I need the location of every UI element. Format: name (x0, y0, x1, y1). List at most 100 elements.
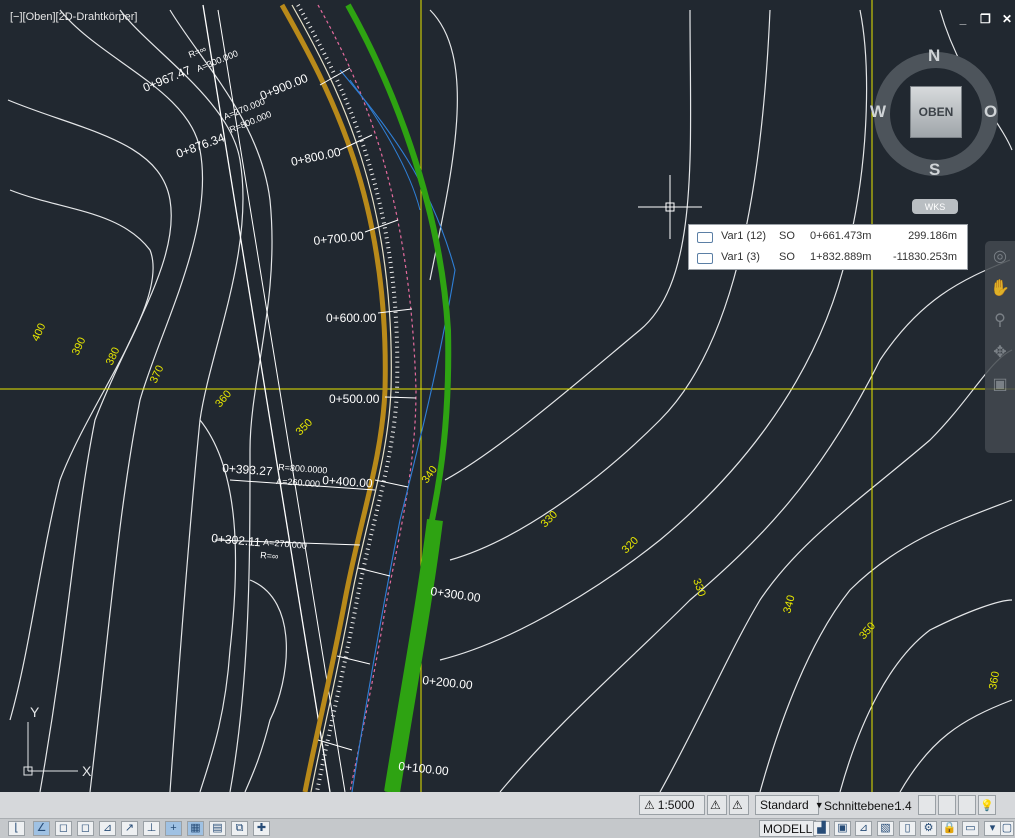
station-label: 0+393.27 (222, 461, 274, 479)
hardware-acceleration-icon[interactable]: ▭ (962, 821, 979, 836)
wcs-menu-button[interactable]: WKS (912, 199, 958, 214)
cut-plane-value[interactable]: 1.4 (895, 799, 912, 813)
ucs-y-label: Y (30, 704, 40, 720)
tooltip-station: 1+832.889m (810, 251, 872, 263)
tooltip-offset: -11830.253m (892, 251, 957, 263)
contour-line (449, 9, 771, 561)
station-labels: 0+967.47 0+900.00 0+876.34 0+800.00 0+70… (141, 63, 482, 778)
station-label: 0+100.00 (398, 759, 450, 778)
tooltip-side: SO (779, 230, 795, 242)
station-offset-tooltip: Var1 (12) SO 0+661.473m 299.186m Var1 (3… (688, 224, 968, 270)
transparency-icon[interactable]: ▦ (187, 821, 204, 836)
contour-line (439, 9, 868, 661)
annotation-monitor-icon[interactable]: ✚ (253, 821, 270, 836)
auto-scale-icon[interactable]: ⚠ (729, 795, 749, 815)
steering-wheel-icon[interactable]: ◎ (985, 241, 1015, 273)
scale-icon[interactable] (938, 795, 956, 815)
drawing-canvas[interactable]: 0+967.47 0+900.00 0+876.34 0+800.00 0+70… (0, 0, 1015, 792)
visual-style-select[interactable]: Standard ▼ (755, 795, 824, 815)
compass-north[interactable]: N (928, 46, 940, 66)
tracking-icon[interactable]: ⊿ (99, 821, 116, 836)
contour-label: 350 (857, 620, 878, 642)
quick-view-drawings-icon[interactable]: ⊿ (855, 821, 872, 836)
compass-south[interactable]: S (929, 160, 940, 180)
navigation-bar: ◎ ✋ ⚲ ✥ ▣ (985, 241, 1015, 453)
close-icon[interactable]: ✕ (1002, 12, 1012, 26)
zoom-icon[interactable]: ⚲ (985, 305, 1015, 337)
annotation-scale-button[interactable]: ⚠ 1:5000 (639, 795, 705, 815)
viewcube-top-face[interactable]: OBEN (910, 86, 962, 138)
quick-view-icon[interactable]: ▣ (834, 821, 851, 836)
orbit-icon[interactable]: ✥ (985, 337, 1015, 369)
curve-labels: R=∞ A=300.000 A=270.000 R=800.000 R=800.… (187, 44, 328, 562)
workspace-icon[interactable] (958, 795, 976, 815)
contour-line (759, 499, 1013, 792)
contour-label: 330 (690, 577, 708, 598)
status-bar: ⚠ 1:5000 ⚠ ⚠ Standard ▼ Schnittebene: 1.… (0, 792, 1015, 838)
dynamic-input-icon[interactable]: ⊥ (143, 821, 160, 836)
curve-label: A=260.000 (276, 476, 320, 489)
showmotion-icon[interactable]: ▣ (985, 369, 1015, 401)
station-label: 0+400.00 (322, 473, 374, 491)
annotation-visibility-icon[interactable]: ⚠ (707, 795, 727, 815)
compass-east[interactable]: O (984, 102, 997, 122)
object-snap-icon[interactable]: ◻ (55, 821, 72, 836)
viewport-label[interactable]: [−][Oben][2D-Drahtkörper] (10, 11, 137, 23)
station-label: 0+700.00 (313, 229, 365, 248)
ucs-icon (23, 722, 78, 776)
chevron-down-icon: ▼ (814, 800, 824, 810)
curve-label: R=∞ (187, 44, 208, 60)
quick-properties-icon[interactable]: ▤ (209, 821, 226, 836)
drawing-viewport[interactable]: 0+967.47 0+900.00 0+876.34 0+800.00 0+70… (0, 0, 1015, 792)
tooltip-offset: 299.186m (908, 230, 957, 242)
contour-line (499, 259, 1011, 792)
annotation-scale-icon: ⚠ (644, 798, 655, 812)
toolbar-lock-icon[interactable]: 🔒 (941, 821, 958, 836)
status-bar-top: ⚠ 1:5000 ⚠ ⚠ Standard ▼ Schnittebene: 1.… (0, 792, 1015, 819)
contour-line (59, 9, 204, 792)
polar-icon[interactable]: ∠ (33, 821, 50, 836)
restore-icon[interactable]: ❐ (980, 12, 991, 26)
settings-gear-icon[interactable]: ⚙ (920, 821, 937, 836)
tooltip-side: SO (779, 251, 795, 263)
station-label: 0+800.00 (290, 145, 343, 169)
contour-line (7, 99, 172, 792)
tooltip-row: Var1 (3) SO 1+832.889m -11830.253m (689, 248, 967, 266)
contour-line (199, 419, 237, 792)
station-label: 0+967.47 (141, 63, 193, 95)
status-menu-icon[interactable]: ▾ (984, 821, 1001, 836)
lock-icon[interactable]: ▯ (899, 821, 916, 836)
3d-snap-icon[interactable]: ◻ (77, 821, 94, 836)
curve-label: A=270.000 (263, 537, 308, 551)
station-label: 0+300.00 (430, 584, 482, 605)
lightbulb-icon[interactable]: 💡 (978, 795, 996, 815)
contour-line (899, 699, 1013, 792)
curve-label: R=800.0000 (278, 462, 328, 475)
ucs-dynamic-icon[interactable]: ↗ (121, 821, 138, 836)
lineweight-icon[interactable]: + (165, 821, 182, 836)
contour-label: 360 (987, 670, 1002, 690)
station-label: 0+302.11 (211, 531, 262, 549)
contour-line (244, 579, 287, 792)
contour-label: 390 (70, 336, 89, 358)
snap-icon[interactable]: ⌊ (8, 821, 25, 836)
viewport-scale-icon[interactable]: ▧ (877, 821, 894, 836)
layers-icon[interactable] (918, 795, 936, 815)
contour-lines (7, 9, 1013, 792)
compass-west[interactable]: W (870, 102, 886, 122)
viewport-controls: _ ❐ ✕ (958, 12, 1012, 26)
contour-label: 350 (294, 417, 315, 438)
contour-line (9, 189, 154, 721)
minimize-icon[interactable]: _ (958, 12, 968, 26)
station-label: 0+900.00 (258, 71, 310, 103)
contour-line (444, 9, 692, 481)
tooltip-station: 0+661.473m (810, 230, 872, 242)
pan-icon[interactable]: ✋ (985, 273, 1015, 305)
visual-style-value: Standard (760, 798, 809, 812)
station-label: 0+500.00 (329, 392, 380, 406)
contour-label: 400 (30, 322, 49, 344)
fullscreen-icon[interactable]: ▢ (1000, 821, 1014, 836)
selection-cycling-icon[interactable]: ⧉ (231, 821, 248, 836)
model-tab[interactable]: MODELL (759, 820, 817, 837)
layout-icon[interactable]: ▟ (813, 821, 830, 836)
